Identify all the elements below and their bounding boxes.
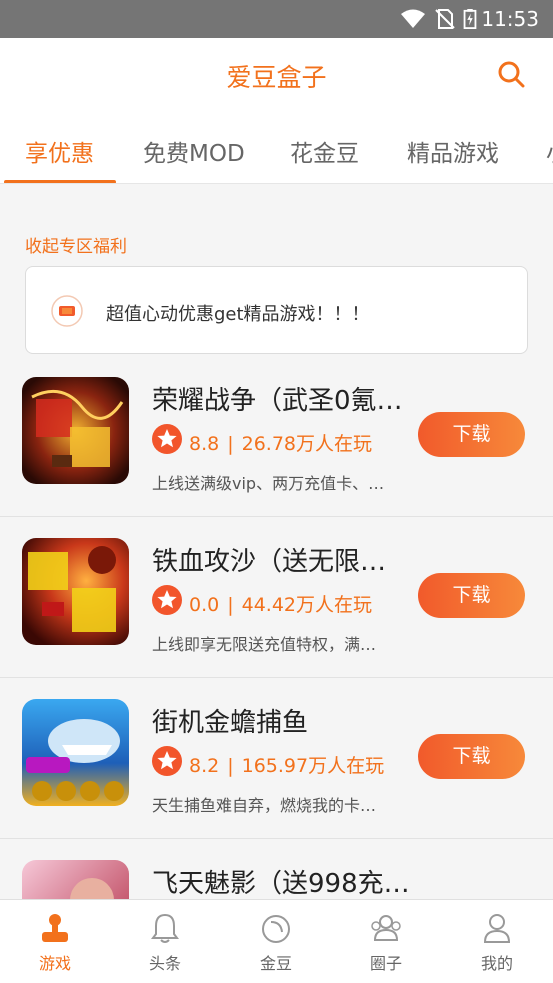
coin-icon	[262, 915, 290, 943]
promo-banner[interactable]: 超值心动优惠get精品游戏！！！	[25, 266, 528, 354]
game-name: 飞天魅影（送998充…	[152, 869, 410, 899]
game-name: 街机金蟾捕鱼	[152, 708, 309, 738]
list-item[interactable]: 铁血攻沙（送无限… 0.0 | 44.42万人在玩 上线即享无限送充值特权，满… 下…	[0, 517, 553, 678]
game-stats: 0.0 | 44.42万人在玩	[189, 590, 372, 617]
game-description: 天生捕鱼难自弃，燃烧我的卡…	[152, 796, 377, 815]
star-icon	[152, 585, 182, 615]
nav-profile[interactable]: 我的	[442, 900, 552, 983]
game-players: 26.78万人在玩	[241, 433, 373, 455]
game-name: 铁血攻沙（送无限…	[152, 547, 387, 577]
game-thumbnail	[22, 538, 129, 645]
download-button[interactable]: 下载	[418, 573, 525, 618]
list-item[interactable]: 荣耀战争（武圣0氪… 8.8 | 26.78万人在玩 上线送满级vip、两万充值卡、…	[0, 356, 553, 517]
nav-circle-label: 圈子	[369, 954, 402, 973]
game-thumbnail	[22, 377, 129, 484]
game-rating: 8.2	[189, 755, 220, 777]
active-tab-indicator	[4, 180, 116, 183]
wifi-icon	[401, 9, 425, 28]
download-button[interactable]: 下载	[418, 412, 525, 457]
game-stats: 8.2 | 165.97万人在玩	[189, 751, 384, 778]
search-icon[interactable]	[497, 60, 525, 88]
star-icon	[152, 424, 182, 454]
tab-free-mod[interactable]: 免费MOD	[143, 134, 245, 168]
status-time: 11:53	[481, 7, 539, 31]
stat-separator: |	[227, 755, 234, 777]
tab-premium-games[interactable]: 精品游戏	[407, 134, 499, 168]
no-sim-icon	[435, 9, 455, 29]
nav-circle[interactable]: 圈子	[331, 900, 441, 983]
download-button[interactable]: 下载	[418, 734, 525, 779]
tab-gold-beans[interactable]: 花金豆	[290, 134, 359, 168]
collapse-welfare-toggle[interactable]: 收起专区福利	[25, 232, 127, 257]
joystick-icon	[42, 914, 68, 942]
list-item[interactable]: 街机金蟾捕鱼 8.2 | 165.97万人在玩 天生捕鱼难自弃，燃烧我的卡… 下载	[0, 678, 553, 839]
nav-headlines-label: 头条	[148, 954, 181, 973]
game-thumbnail	[22, 699, 129, 806]
bottom-navigation: 游戏 头条 金豆 圈子 我的	[0, 899, 553, 983]
group-icon	[371, 915, 401, 941]
status-bar: 11:53	[0, 0, 553, 38]
game-name: 荣耀战争（武圣0氪…	[152, 386, 403, 416]
stat-separator: |	[227, 594, 234, 616]
app-header: 爱豆盒子	[0, 38, 553, 110]
star-icon	[152, 746, 182, 776]
game-stats: 8.8 | 26.78万人在玩	[189, 429, 372, 456]
user-icon	[483, 914, 511, 943]
game-players: 165.97万人在玩	[241, 755, 385, 777]
battery-charging-icon	[463, 9, 477, 29]
gift-icon	[51, 295, 83, 327]
stat-separator: |	[227, 433, 234, 455]
nav-headlines[interactable]: 头条	[110, 900, 220, 983]
game-rating: 8.8	[189, 433, 220, 455]
nav-gold-beans-label: 金豆	[259, 954, 292, 973]
nav-games-label: 游戏	[38, 954, 71, 973]
bell-icon	[151, 913, 179, 943]
promo-text: 超值心动优惠get精品游戏！！！	[106, 304, 370, 325]
tab-more[interactable]: 小	[546, 134, 553, 168]
game-players: 44.42万人在玩	[241, 594, 373, 616]
nav-profile-label: 我的	[480, 954, 513, 973]
game-description: 上线送满级vip、两万充值卡、…	[152, 474, 385, 493]
nav-gold-beans[interactable]: 金豆	[221, 900, 331, 983]
game-description: 上线即享无限送充值特权，满…	[152, 635, 377, 654]
page-title: 爱豆盒子	[226, 63, 327, 92]
nav-games[interactable]: 游戏	[0, 900, 110, 983]
tab-discount[interactable]: 享优惠	[25, 134, 94, 168]
game-rating: 0.0	[189, 594, 220, 616]
category-tabs: 享优惠 免费MOD 花金豆 精品游戏 小	[0, 110, 553, 184]
